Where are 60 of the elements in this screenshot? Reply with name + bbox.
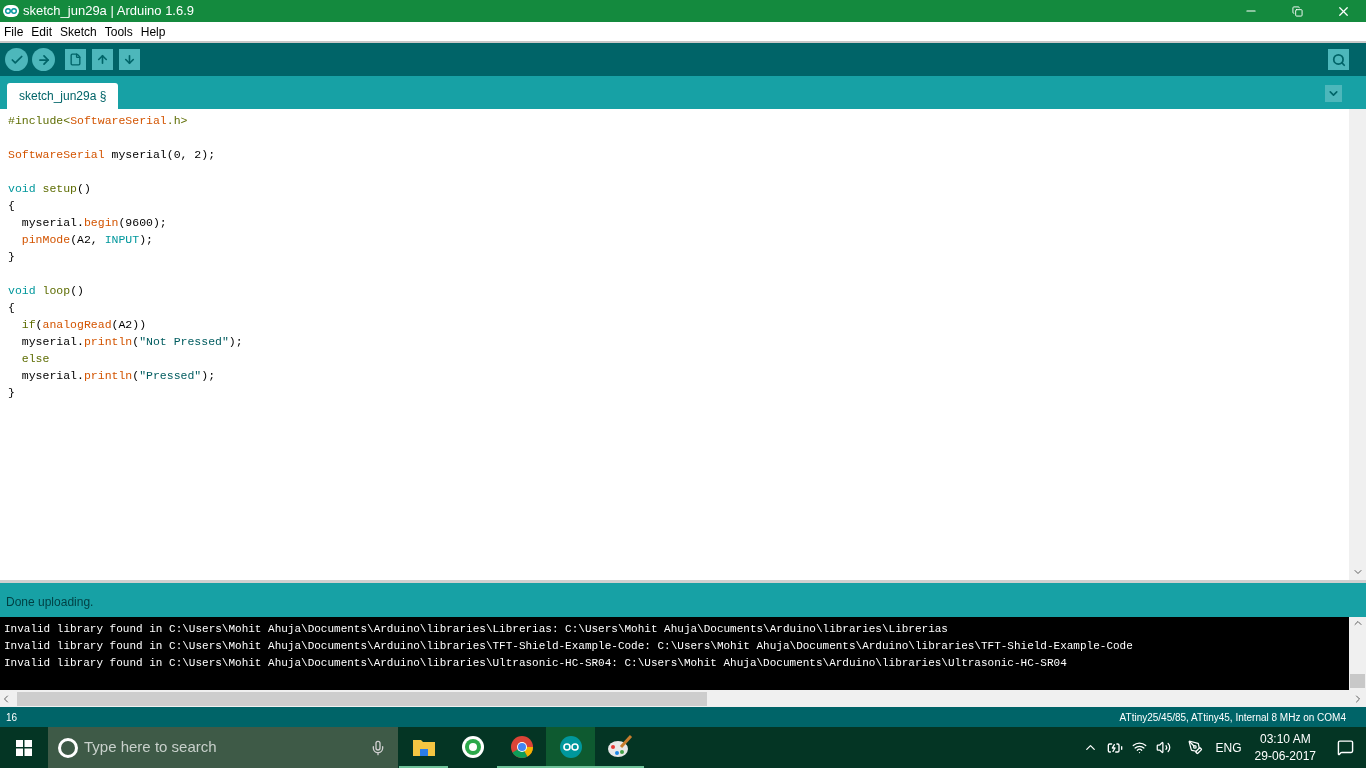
code-line: else [20, 352, 50, 365]
save-button[interactable] [119, 49, 140, 70]
code-line: myserial.println("Pressed"); [20, 369, 216, 382]
taskbar-app-button[interactable] [546, 727, 595, 768]
time-text: 03:10 AM [1259, 730, 1311, 748]
browser-icon [509, 734, 534, 759]
search-box[interactable]: Type here to search [48, 727, 398, 768]
pen-icon[interactable] [1187, 740, 1203, 755]
code-line: SoftwareSerial myserial(0, 2); [8, 148, 216, 161]
window-title: sketch_jun29a | Arduino 1.6.9 [23, 2, 195, 21]
infinity-logo-icon [558, 734, 583, 759]
menu-item[interactable]: Help [136, 22, 170, 41]
infinity-logo-icon [3, 5, 19, 17]
restore-icon [1291, 5, 1303, 17]
code-line: } [8, 386, 15, 399]
cortana-icon [58, 737, 78, 758]
menu-item[interactable]: Sketch [56, 22, 101, 41]
status-message: Done uploading. [6, 594, 94, 611]
console-line: Invalid library found in C:\Users\Mohit Ahuja\Documents\Arduino\libraries\Librerias: C:\Users\Mohit Ahuja\Documents\Arduino\libraries\Librerias [4, 622, 948, 637]
notifications-icon[interactable] [1337, 739, 1354, 756]
code-line: myserial.println("Not Pressed"); [20, 335, 243, 348]
console-line: Invalid library found in C:\Users\Mohit Ahuja\Documents\Arduino\libraries\Ultrasonic-HC-SR04: C:\Users\Mohit Ahuja\Documents\Arduino\libraries\Ultrasonic-HC-SR04 [4, 656, 1067, 671]
palette-icon [606, 734, 633, 759]
code-line: myserial.begin(9600); [20, 216, 167, 229]
menu-item[interactable]: File [0, 22, 28, 41]
volume-icon[interactable] [1155, 740, 1171, 755]
scrollbar-thumb[interactable] [1350, 674, 1365, 688]
new-button[interactable] [65, 49, 86, 70]
date-text: 29-06-2017 [1254, 747, 1316, 765]
code-line: } [8, 250, 15, 263]
document-icon [69, 53, 82, 66]
arrow-right-icon [36, 52, 51, 67]
arrow-down-icon [123, 53, 136, 66]
code-line: if(analogRead(A2)) [20, 318, 147, 331]
code-line: void setup() [8, 182, 91, 195]
code-line: #include<SoftwareSerial.h> [8, 114, 188, 127]
open-button[interactable] [92, 49, 113, 70]
menu-item[interactable]: Tools [100, 22, 137, 41]
serial-monitor-button[interactable] [1328, 49, 1349, 70]
code-line: void loop() [8, 284, 84, 297]
menu-item[interactable]: Edit [27, 22, 57, 41]
line-number: 16 [6, 710, 18, 725]
upload-button[interactable] [32, 48, 55, 71]
arrow-up-icon [96, 53, 109, 66]
code-line: { [8, 199, 15, 212]
code-line: pinMode(A2, INPUT); [20, 233, 153, 246]
console-line: Invalid library found in C:\Users\Mohit Ahuja\Documents\Arduino\libraries\TFT-Shield-Example-Code: C:\Users\Mohit Ahuja\Documents\Arduino\libraries\TFT-Shield-Example-Code [4, 639, 1133, 654]
code-line: { [8, 301, 15, 314]
clock[interactable]: 03:10 AM 29-06-2017 [1254, 730, 1316, 765]
search-field[interactable]: Type here to search [84, 736, 370, 759]
scrollbar-thumb[interactable] [17, 691, 707, 706]
board-info: ATtiny25/45/85, ATtiny45, Internal 8 MHz on COM4 [1119, 710, 1346, 725]
verify-button[interactable] [5, 48, 28, 71]
microphone-icon [370, 739, 386, 756]
magnifier-icon [1331, 52, 1346, 67]
sketch-tab[interactable]: sketch_jun29a § [7, 83, 119, 109]
windows-logo-icon [16, 739, 32, 756]
language-indicator[interactable]: ENG [1215, 738, 1242, 757]
wifi-icon[interactable] [1131, 740, 1147, 755]
tab-menu-button[interactable] [1325, 85, 1342, 102]
